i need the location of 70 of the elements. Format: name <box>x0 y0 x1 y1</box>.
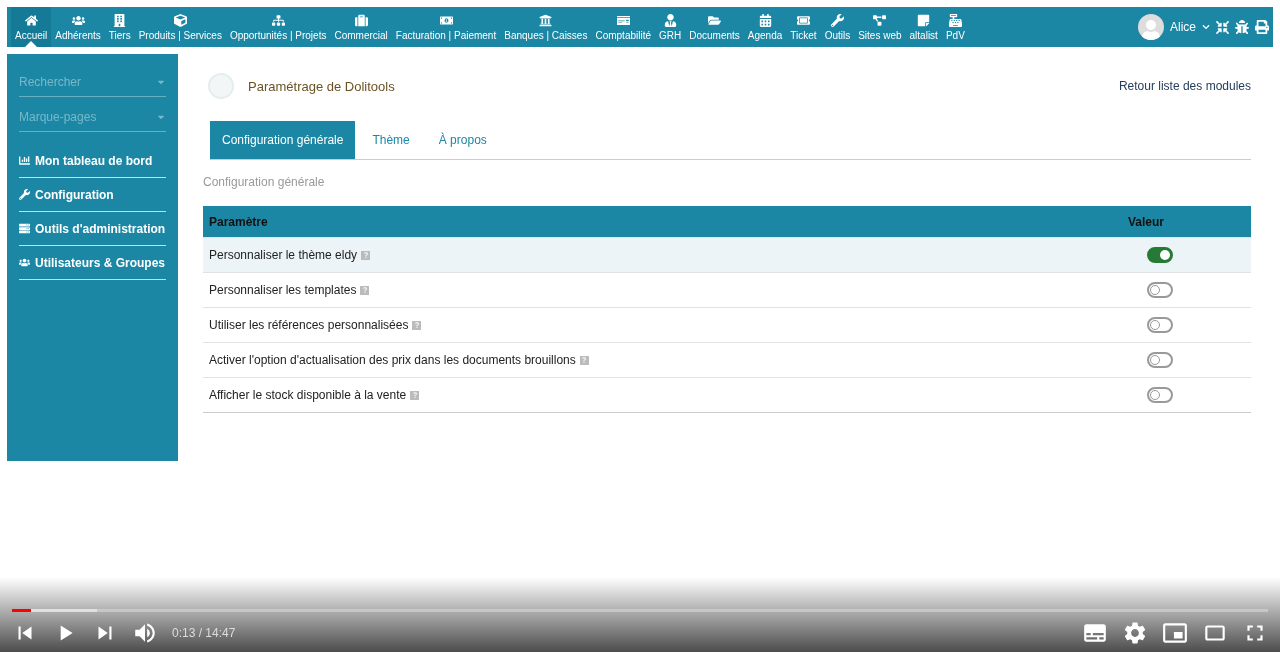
menu-item[interactable]: PdV <box>941 7 969 47</box>
parameter-label: Activer l'option d'actualisation des prix dans les documents brouillons <box>209 353 576 367</box>
sidebar-item[interactable]: Mon tableau de bord <box>19 144 166 178</box>
avatar[interactable] <box>1138 14 1164 40</box>
menu-item[interactable]: Adhérents <box>51 7 105 47</box>
parameter-label: Utiliser les références personnalisées <box>209 318 409 332</box>
menu-item[interactable]: Produits | Services <box>134 7 226 47</box>
parameter-label: Afficher le stock disponible à la vente <box>209 388 407 402</box>
selection-pointer <box>25 41 38 47</box>
back-link[interactable]: Retour liste des modules <box>1118 79 1251 93</box>
tab[interactable]: À propos <box>426 121 499 159</box>
bank-icon <box>539 13 553 27</box>
compress-icon[interactable] <box>1216 20 1229 34</box>
user-name[interactable]: Alice <box>1170 20 1196 34</box>
menu-item[interactable]: Agenda <box>743 7 787 47</box>
sidebar-item[interactable]: Utilisateurs & Groupes <box>19 246 166 280</box>
house-icon <box>24 13 38 27</box>
box-icon <box>173 13 187 27</box>
parameter-label: Personnaliser les templates <box>209 283 357 297</box>
column-header: Valeur <box>1128 214 1166 229</box>
menu-item[interactable]: GRH <box>655 7 686 47</box>
menu-item[interactable]: Accueil <box>11 7 52 47</box>
tab[interactable]: Thème <box>360 121 422 159</box>
card-icon <box>616 13 630 27</box>
cash-register-icon <box>948 13 962 27</box>
parameter-label: Personnaliser le thème eldy <box>209 248 358 262</box>
miniplayer-button[interactable] <box>1162 620 1188 646</box>
menu-item[interactable]: Tiers <box>104 7 135 47</box>
menu-item[interactable]: Commercial <box>330 7 392 47</box>
building-icon <box>113 13 127 27</box>
menu-item[interactable]: Ticket <box>786 7 821 47</box>
chevron-down-icon[interactable] <box>1202 23 1210 31</box>
section-title: Configuration générale <box>203 175 326 189</box>
wrench-icon <box>19 189 30 200</box>
menu-item[interactable]: Opportunités | Projets <box>225 7 331 47</box>
page-title: Paramétrage de Dolitools <box>248 78 395 94</box>
menu-item[interactable]: Banques | Caisses <box>500 7 592 47</box>
toggle-switch[interactable] <box>1147 282 1173 298</box>
menu-item[interactable]: Outils <box>820 7 855 47</box>
briefcase-icon <box>354 13 368 27</box>
toggle-switch[interactable] <box>1147 387 1173 403</box>
ticket-icon <box>796 13 810 27</box>
people-icon <box>19 257 30 268</box>
time-display: 0:13 / 14:47 <box>172 626 236 640</box>
bug-icon[interactable] <box>1235 20 1249 34</box>
wrench-icon <box>830 13 844 27</box>
menu-item[interactable]: altalist <box>905 7 942 47</box>
chart-icon <box>19 155 30 166</box>
menu-item[interactable]: Facturation | Paiement <box>391 7 501 47</box>
tab[interactable]: Configuration générale <box>210 121 356 159</box>
person-icon <box>663 13 677 27</box>
calendar-icon <box>758 13 772 27</box>
menu-item[interactable]: Comptabilité <box>591 7 655 47</box>
settings-button[interactable] <box>1122 620 1148 646</box>
folder-icon <box>708 13 722 27</box>
menu-item[interactable]: Documents <box>685 7 744 47</box>
module-logo <box>208 73 234 99</box>
menu-item[interactable]: Sites web <box>854 7 906 47</box>
print-icon[interactable] <box>1255 20 1269 34</box>
org-chart-icon <box>271 13 285 27</box>
people-icon <box>71 13 85 27</box>
toggle-switch[interactable] <box>1147 247 1173 263</box>
sidebar-item[interactable]: Outils d'administration <box>19 212 166 246</box>
toggle-switch[interactable] <box>1147 352 1173 368</box>
toggle-switch[interactable] <box>1147 317 1173 333</box>
sidebar-item[interactable]: Configuration <box>19 178 166 212</box>
note-icon <box>917 13 931 27</box>
server-icon <box>19 223 30 234</box>
network-icon <box>873 13 887 27</box>
column-header: Paramètre <box>209 214 269 229</box>
